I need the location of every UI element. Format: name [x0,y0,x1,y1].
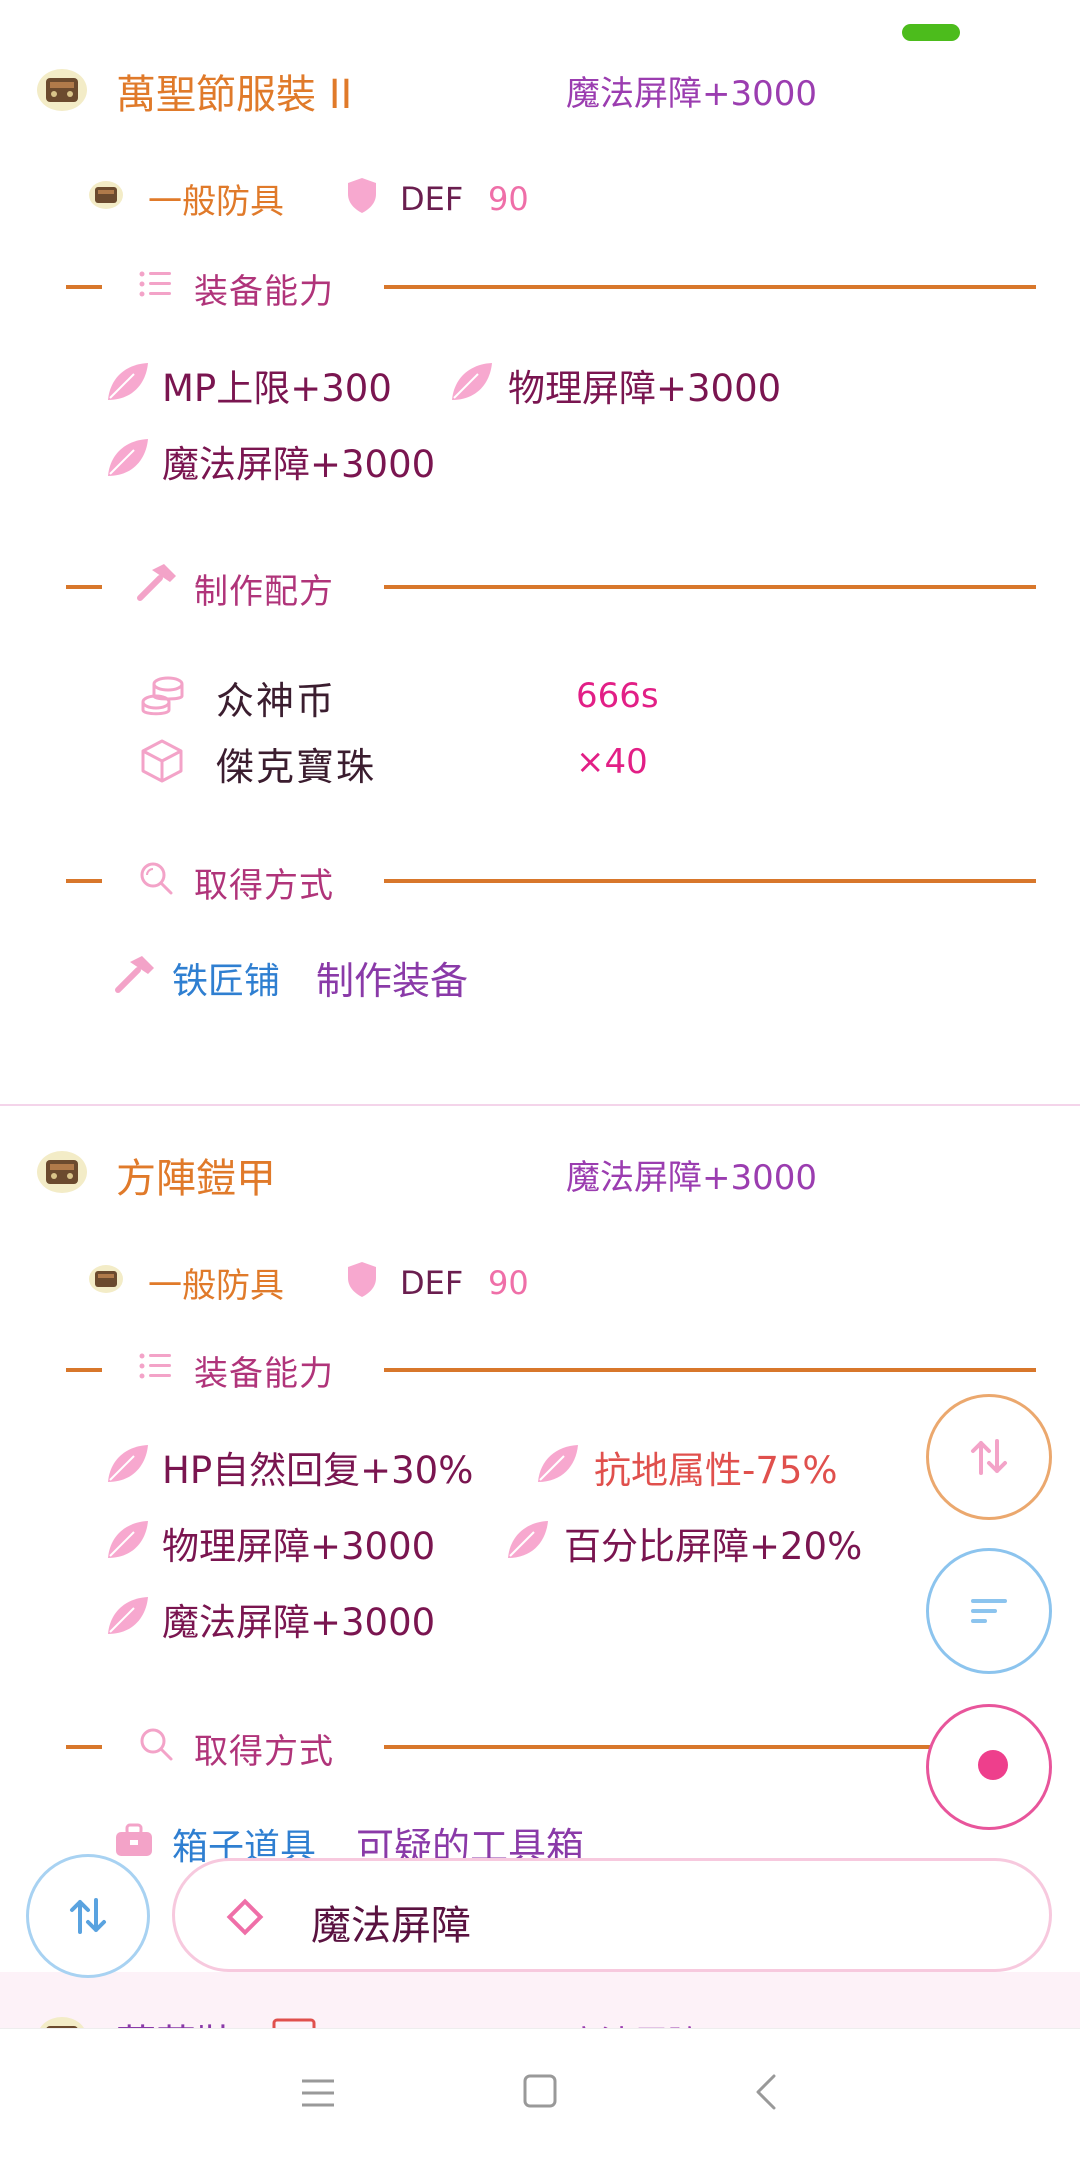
ability-text: 百分比屏障+20% [564,1525,863,1568]
armor-icon [40,2017,84,2028]
badge-icon [272,2018,316,2028]
shield-icon [348,1262,376,1297]
toolbox-icon [116,1823,152,1856]
system-nav-bar [0,2028,1080,2161]
cube-icon [141,739,183,783]
section-divider [384,1368,1036,1372]
list-icon [139,271,171,297]
section-divider [66,585,102,589]
item-header-stat: 魔法屏障+3000 [566,74,818,114]
back-icon[interactable] [752,2073,780,2111]
diamond-icon [226,1898,264,1936]
item-title: 方陣鎧甲 [116,1156,276,1202]
ability-text: 物理屏障+3000 [162,1525,436,1568]
search-icon [140,862,173,895]
ability-text: HP自然回复+30% [162,1449,474,1492]
recipe-value: ×40 [576,742,648,782]
leaf-icon [108,1597,148,1634]
item-divider [0,1104,1080,1106]
menu-icon[interactable] [300,2077,336,2109]
item-type: 一般防具 [148,182,284,222]
theme-toggle-button[interactable] [926,1704,1052,1830]
search-bar[interactable]: 魔法屏障 [172,1858,1052,1972]
filter-button[interactable] [926,1548,1052,1674]
leaf-icon [508,1521,548,1558]
swap-button[interactable] [26,1854,150,1978]
section-divider [66,879,102,883]
leaf-icon [538,1445,578,1482]
item-header-stat: 魔法屏障+3000 [566,1158,818,1198]
leaf-icon [108,1445,148,1482]
def-label: DEF [400,180,464,218]
swap-sort-icon [971,1439,1007,1475]
leaf-icon [108,363,148,400]
source-type-link[interactable]: 铁匠铺 [172,952,280,1004]
search-icon [140,1728,173,1761]
def-label: DEF [400,1264,464,1302]
item-title: 萬聖節服裝 II [116,72,353,118]
leaf-icon [108,1521,148,1558]
status-indicator [902,24,960,41]
ability-text: MP上限+300 [162,367,392,410]
swap-icon [70,1898,106,1934]
search-query[interactable]: 魔法屏障 [311,1893,471,1951]
ability-text: 物理屏障+3000 [508,367,782,410]
sort-order-button[interactable] [926,1394,1052,1520]
section-divider [384,585,1036,589]
armor-icon [37,69,87,111]
armor-icon [37,1151,87,1193]
leaf-icon [108,439,148,476]
section-divider [384,285,1036,289]
recipe-value: 666s [576,676,659,716]
ability-text: 魔法屏障+3000 [162,443,436,486]
armor-type-icon [89,181,123,209]
section-title: 装备能力 [194,272,334,312]
list-icon [139,1353,171,1379]
shield-icon [348,178,376,213]
item-header-stat: 魔法屏障+1000 [566,2016,817,2028]
ability-text: 魔法屏障+3000 [162,1601,436,1644]
section-title: 装备能力 [194,1354,334,1394]
section-divider [66,1745,102,1749]
hammer-icon [137,564,176,601]
section-divider [384,879,1036,883]
item-type: 一般防具 [148,1266,284,1306]
coins-icon [141,676,184,716]
filter-icon [971,1599,1007,1623]
theme-toggle-icon [974,1750,1008,1783]
section-title: 取得方式 [194,866,334,906]
ability-text-negative: 抗地属性-75% [594,1449,838,1492]
section-title: 制作配方 [194,572,334,612]
item-card-partial[interactable]: 蒲草裝 魔法屏障+1000 [0,1972,1080,2028]
section-divider [66,285,102,289]
recipe-name: 众神币 [216,679,337,723]
item-title: 蒲草裝 [116,2012,236,2028]
source-value: 制作装备 [316,959,469,1003]
section-title: 取得方式 [194,1732,334,1772]
armor-type-icon [89,1265,123,1293]
section-divider [66,1368,102,1372]
recipe-name: 傑克寶珠 [216,745,377,789]
def-value: 90 [488,180,529,218]
home-icon[interactable] [522,2073,558,2109]
hammer-icon [115,956,154,993]
leaf-icon [452,363,492,400]
def-value: 90 [488,1264,529,1302]
